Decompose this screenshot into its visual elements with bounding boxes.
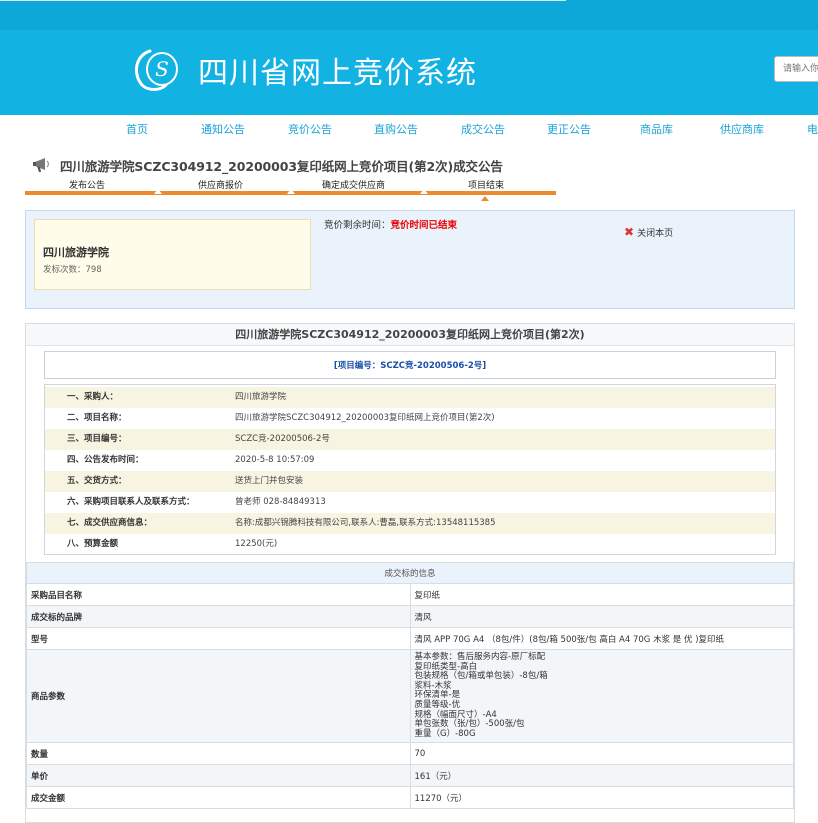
- announcement-body: 四川旅游学院SCZC304912_20200003复印纸网上竞价项目(第2次) …: [25, 323, 795, 823]
- current-step-marker: [481, 196, 489, 201]
- close-page-button[interactable]: ✖ 关闭本页: [624, 225, 673, 239]
- announcement-title: 四川旅游学院SCZC304912_20200003复印纸网上竞价项目(第2次): [26, 324, 794, 346]
- announcement-icon: [33, 158, 50, 172]
- remaining-time-status: 竞价时间已结束: [390, 220, 458, 231]
- search-input[interactable]: [775, 57, 818, 81]
- main-nav: 首页 通知公告 竞价公告 直购公告 成交公告 更正公告 商品库 供应商库 电: [0, 116, 818, 142]
- site-logo-icon: S: [134, 49, 178, 91]
- table-row: 型号 清风 APP 70G A4 （8包/件）(8包/箱 500张/包 高白 A4…: [26, 627, 794, 650]
- nav-home[interactable]: 首页: [126, 121, 148, 137]
- nav-direct-purchase[interactable]: 直购公告: [374, 121, 418, 137]
- product-params: 基本参数：售后服务内容-原厂标配 复印纸类型-高白 包装规格（包/箱或单包装）-…: [414, 652, 548, 739]
- nav-bidding[interactable]: 竞价公告: [288, 121, 332, 137]
- deal-table-caption: 成交标的信息: [26, 562, 794, 584]
- svg-text:S: S: [155, 57, 169, 81]
- table-row: 数量 70: [26, 742, 794, 766]
- project-details: 一、采购人： 四川旅游学院 二、项目名称： 四川旅游学院SCZC304912_202…: [44, 384, 776, 555]
- detail-row: 三、项目编号： SCZC竞-20200506-2号: [45, 429, 775, 450]
- detail-row: 五、交货方式： 送货上门并包安装: [45, 471, 775, 492]
- step-publish: 发布公告: [69, 181, 106, 191]
- nav-products[interactable]: 商品库: [640, 121, 673, 137]
- search-box[interactable]: [774, 56, 818, 82]
- table-row: 单价 161（元）: [26, 764, 794, 788]
- project-code: [项目编号：SCZC竞-20200506-2号]: [44, 351, 776, 379]
- table-row: 采购品目名称 复印纸: [26, 583, 794, 606]
- remaining-time-label: 竞价剩余时间：: [324, 220, 391, 231]
- detail-row: 六、采购项目联系人及联系方式： 曾老师 028-84849313: [67, 497, 326, 507]
- nav-corrections[interactable]: 更正公告: [547, 121, 591, 137]
- detail-row: 一、采购人： 四川旅游学院: [45, 387, 775, 408]
- bid-count: 发标次数：798: [43, 265, 102, 275]
- nav-suppliers[interactable]: 供应商库: [720, 121, 764, 137]
- table-row: 成交金额 11270（元）: [26, 786, 794, 810]
- site-title: 四川省网上竞价系统: [198, 56, 477, 91]
- close-icon: ✖: [624, 225, 635, 239]
- step-finish: 项目结束: [468, 181, 505, 191]
- deal-table: 成交标的信息 采购品目名称 复印纸 成交标的品牌 清风 型号 清风 APP 70G A…: [26, 562, 794, 810]
- progress-steps: 发布公告 供应商报价 确定成交供应商 项目结束: [25, 177, 556, 201]
- nav-deals[interactable]: 成交公告: [461, 121, 505, 137]
- close-page-label: 关闭本页: [637, 229, 674, 239]
- page-title: 四川旅游学院SCZC304912_20200003复印纸网上竞价项目(第2次)成…: [60, 159, 503, 174]
- detail-row: 二、项目名称： 四川旅游学院SCZC304912_20200003复印纸网上竞价项…: [67, 413, 495, 423]
- nav-notices[interactable]: 通知公告: [201, 121, 245, 137]
- step-quote: 供应商报价: [198, 181, 244, 191]
- table-row: 成交标的品牌 清风: [26, 605, 794, 628]
- table-row: 商品参数 基本参数：售后服务内容-原厂标配 复印纸类型-高白 包装规格（包/箱或…: [26, 648, 794, 744]
- remaining-time: 竞价剩余时间：竞价时间已结束: [324, 217, 457, 231]
- top-strip: [0, 0, 818, 30]
- buyer-name: 四川旅游学院: [43, 246, 109, 259]
- status-panel: 四川旅游学院 发标次数：798 竞价剩余时间：竞价时间已结束 ✖ 关闭本页: [25, 210, 795, 309]
- detail-row: 四、公告发布时间： 2020-5-8 10:57:09: [67, 455, 315, 465]
- nav-more[interactable]: 电: [807, 121, 818, 137]
- step-confirm: 确定成交供应商: [322, 181, 386, 191]
- detail-row: 七、成交供应商信息： 名称:成都兴锦腾科技有限公司,联系人:曹磊,联系方式:135…: [45, 513, 775, 534]
- buyer-card: 四川旅游学院 发标次数：798: [34, 219, 311, 290]
- detail-row: 八、预算金额 12250(元): [67, 539, 278, 549]
